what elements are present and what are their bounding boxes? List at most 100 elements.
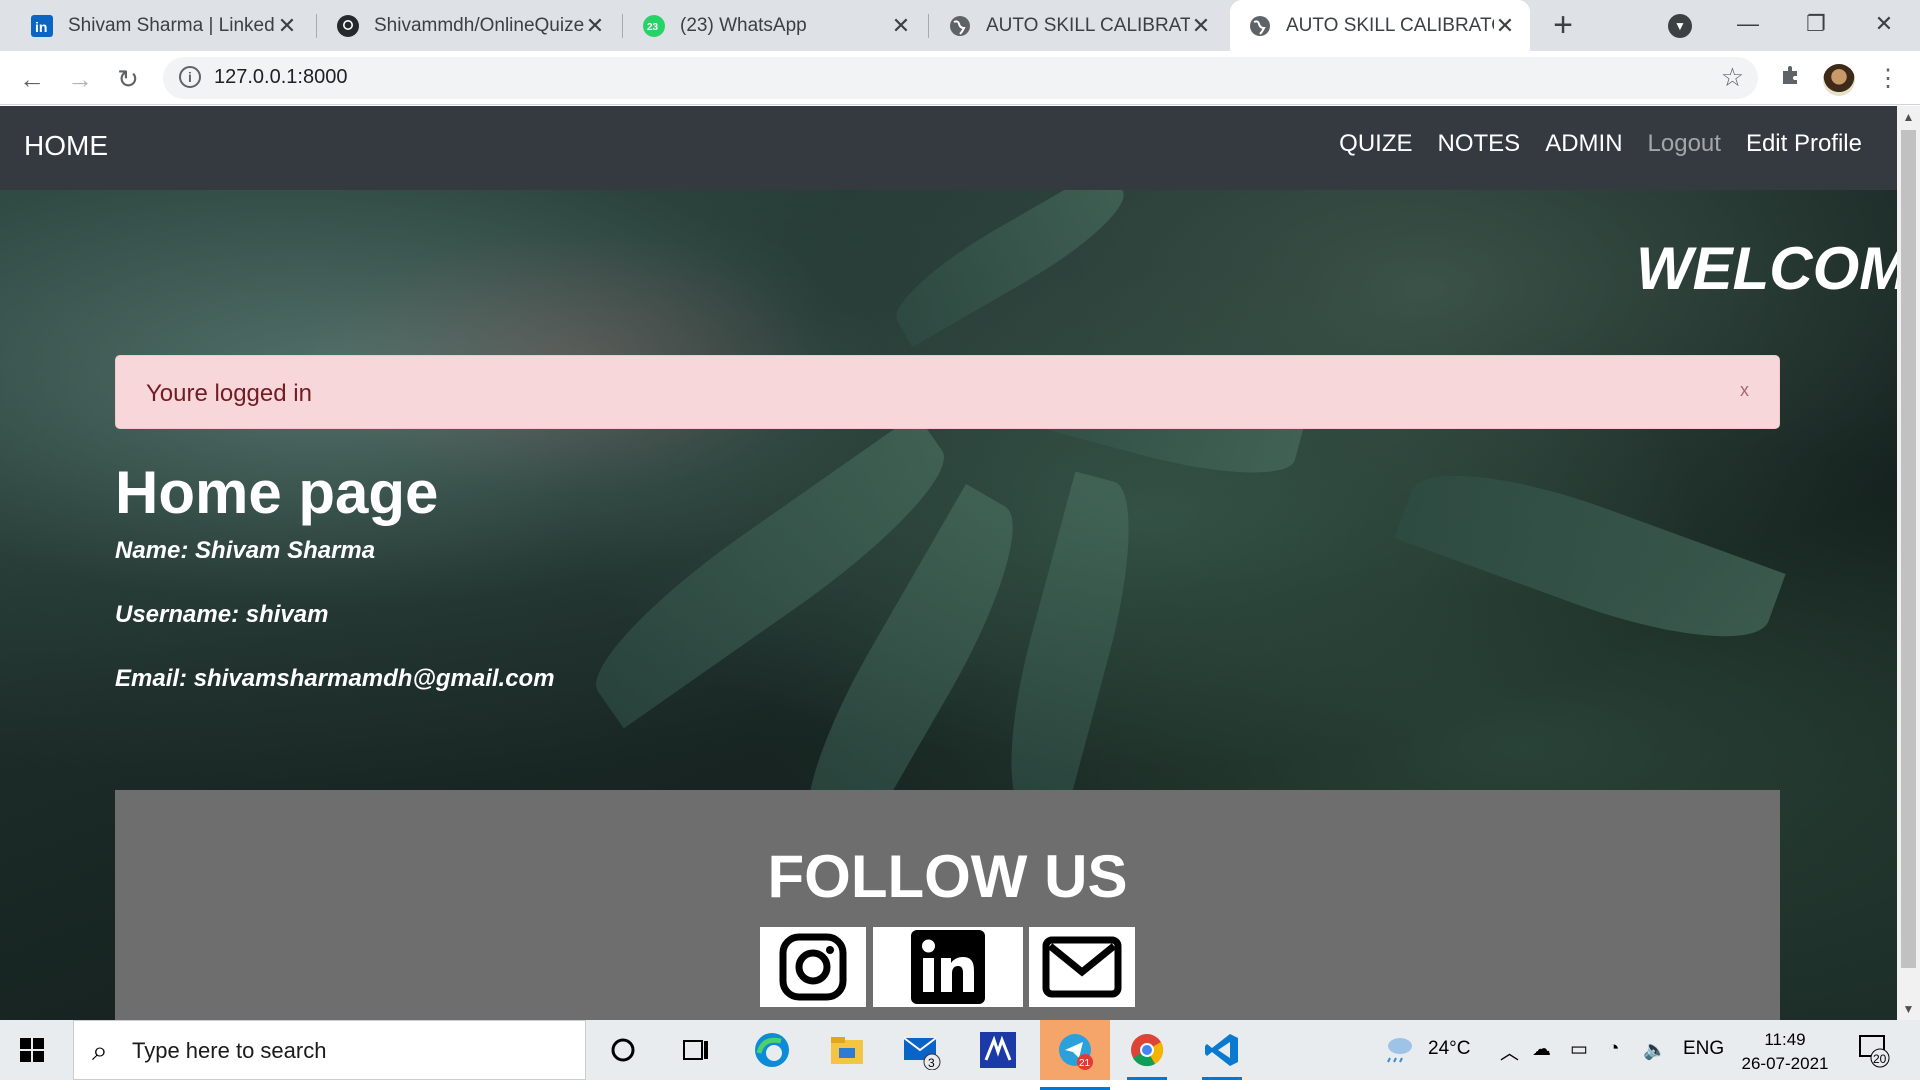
tab-title: AUTO SKILL CALIBRATOR <box>986 14 1190 36</box>
mail-app-icon[interactable]: 3 <box>902 1030 942 1070</box>
clock-time: 11:49 <box>1764 1030 1806 1049</box>
background-leaf <box>1394 444 1786 668</box>
scroll-up-arrow[interactable]: ▲ <box>1897 110 1920 124</box>
alert-message: Youre logged in <box>146 380 312 407</box>
alert-close-button[interactable]: x <box>1740 380 1749 401</box>
app-m-icon[interactable] <box>978 1030 1018 1070</box>
nav-quize-link[interactable]: QUIZE <box>1339 130 1412 158</box>
svg-text:in: in <box>35 19 47 35</box>
profile-section: Home page Name: Shivam Sharma Username: … <box>115 458 555 729</box>
profile-username: Username: shivam <box>115 601 329 628</box>
file-explorer-icon[interactable] <box>827 1030 867 1070</box>
url-text[interactable]: 127.0.0.1:8000 <box>214 66 347 89</box>
scrollbar-thumb[interactable] <box>1901 130 1916 968</box>
chrome-icon[interactable] <box>1127 1030 1167 1080</box>
tab-search-icon[interactable]: ▼ <box>1668 14 1692 38</box>
new-tab-button[interactable]: + <box>1545 8 1581 44</box>
telegram-icon[interactable]: 21 <box>1040 1020 1110 1090</box>
page-title: Home page <box>115 459 439 526</box>
site-navbar: HOME QUIZE NOTES ADMIN Logout Edit Profi… <box>0 106 1897 190</box>
close-tab-icon[interactable]: ✕ <box>890 13 912 39</box>
battery-icon[interactable]: ▭ <box>1570 1038 1588 1061</box>
close-tab-icon[interactable]: ✕ <box>276 13 298 39</box>
clock-date: 26-07-2021 <box>1741 1054 1829 1073</box>
site-info-icon[interactable]: i <box>179 66 201 88</box>
nav-links: QUIZE NOTES ADMIN Logout Edit Profile <box>1339 130 1862 158</box>
home-link[interactable]: HOME <box>24 130 108 162</box>
nav-logout-link[interactable]: Logout <box>1648 130 1721 158</box>
forward-button[interactable]: → <box>62 61 98 97</box>
profile-name: Name: Shivam Sharma <box>115 537 376 564</box>
reload-button[interactable]: ↻ <box>110 61 146 97</box>
back-button[interactable]: ← <box>14 61 50 97</box>
extensions-icon[interactable] <box>1775 63 1807 95</box>
tab-whatsapp[interactable]: 23 (23) WhatsApp ✕ <box>624 0 926 51</box>
windows-start-button[interactable] <box>20 1038 44 1062</box>
tab-separator <box>622 14 623 38</box>
mail-icon[interactable] <box>1029 927 1135 1007</box>
tab-linkedin[interactable]: in Shivam Sharma | LinkedIn ✕ <box>12 0 312 51</box>
tab-auto-skill-calibrator[interactable]: AUTO SKILL CALIBRATOR ✕ <box>930 0 1226 51</box>
close-tab-icon[interactable]: ✕ <box>584 13 606 39</box>
taskbar-clock[interactable]: 11:49 26-07-2021 <box>1730 1028 1840 1076</box>
language-indicator[interactable]: ENG <box>1683 1038 1724 1060</box>
tab-github[interactable]: Shivammdh/OnlineQuizeS ✕ <box>318 0 620 51</box>
minimize-button[interactable]: — <box>1718 6 1778 42</box>
weather-temp[interactable]: 24°C <box>1428 1038 1470 1060</box>
task-view-icon[interactable] <box>676 1030 716 1070</box>
linkedin-icon: in <box>30 14 54 38</box>
footer-heading: FOLLOW US <box>767 843 1128 910</box>
tab-title: (23) WhatsApp <box>680 14 807 36</box>
search-icon: ⌕ <box>92 1035 108 1066</box>
whatsapp-icon: 23 <box>642 14 666 38</box>
notification-center-icon[interactable]: 20 <box>1858 1034 1892 1074</box>
svg-text:3: 3 <box>928 1056 935 1070</box>
show-hidden-icons[interactable]: ︿ <box>1500 1038 1519 1065</box>
close-tab-icon[interactable]: ✕ <box>1190 13 1212 39</box>
svg-text:23: 23 <box>647 22 659 33</box>
profile-avatar[interactable] <box>1823 64 1855 96</box>
close-window-button[interactable]: ✕ <box>1854 6 1914 42</box>
wifi-icon[interactable]: ◔ <box>1608 1038 1619 1060</box>
address-bar[interactable]: i 127.0.0.1:8000 ☆ <box>163 57 1758 99</box>
close-tab-icon[interactable]: ✕ <box>1494 13 1516 39</box>
more-menu-icon[interactable]: ⋮ <box>1872 63 1904 95</box>
tab-title: Shivammdh/OnlineQuizeS <box>374 14 584 36</box>
search-placeholder: Type here to search <box>132 1038 327 1063</box>
onedrive-icon[interactable]: ☁ <box>1532 1038 1551 1061</box>
background-leaf <box>882 165 1138 347</box>
restore-button[interactable]: ❐ <box>1786 6 1846 42</box>
nav-admin-link[interactable]: ADMIN <box>1545 130 1622 158</box>
page-viewport: HOME QUIZE NOTES ADMIN Logout Edit Profi… <box>0 106 1897 1020</box>
nav-notes-link[interactable]: NOTES <box>1438 130 1521 158</box>
profile-email: Email: shivamsharmamdh@gmail.com <box>115 665 555 692</box>
volume-icon[interactable]: 🔈 <box>1643 1038 1667 1062</box>
tab-title: Shivam Sharma | LinkedIn <box>68 14 276 36</box>
tab-auto-skill-calibrator-active[interactable]: AUTO SKILL CALIBRATOR ✕ <box>1230 0 1530 51</box>
edge-browser-icon[interactable] <box>752 1030 792 1070</box>
follow-us-footer: FOLLOW US <box>115 790 1780 1020</box>
svg-text:21: 21 <box>1079 1058 1091 1069</box>
instagram-icon[interactable] <box>760 927 866 1007</box>
browser-toolbar: ← → ↻ i 127.0.0.1:8000 ☆ ⋮ <box>0 51 1920 105</box>
bookmark-star-icon[interactable]: ☆ <box>1721 62 1744 93</box>
github-icon <box>336 14 360 38</box>
windows-taskbar: ⌕ Type here to search 3 21 24°C ︿ ☁ ▭ ◔ … <box>0 1020 1920 1090</box>
tab-separator <box>928 14 929 38</box>
vscode-icon[interactable] <box>1202 1030 1242 1080</box>
weather-icon[interactable] <box>1380 1034 1416 1070</box>
login-alert: Youre logged in x <box>115 355 1780 429</box>
cortana-icon[interactable] <box>603 1030 643 1070</box>
linkedin-icon[interactable] <box>873 927 1023 1007</box>
welcome-marquee: WELCOME <box>1636 235 1897 302</box>
nav-edit-profile-link[interactable]: Edit Profile <box>1746 130 1862 158</box>
tab-separator <box>316 14 317 38</box>
tab-title: AUTO SKILL CALIBRATOR <box>1286 14 1494 36</box>
scroll-down-arrow[interactable]: ▼ <box>1897 1002 1920 1016</box>
taskbar-search-box[interactable]: ⌕ Type here to search <box>73 1020 586 1080</box>
globe-icon <box>1248 14 1272 38</box>
page-scrollbar[interactable]: ▲ ▼ <box>1897 106 1920 1020</box>
svg-text:20: 20 <box>1873 1052 1887 1066</box>
browser-tab-strip: in Shivam Sharma | LinkedIn ✕ Shivammdh/… <box>0 0 1920 51</box>
globe-icon <box>948 14 972 38</box>
